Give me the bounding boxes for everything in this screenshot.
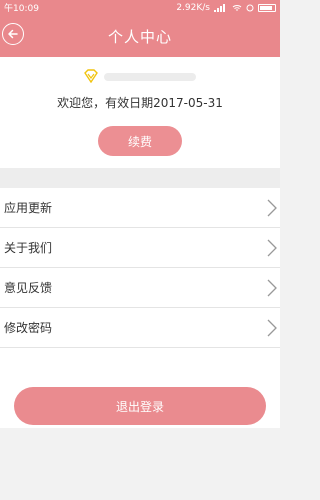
app-header: 个人中心 [0, 15, 280, 57]
signal-icon [214, 3, 228, 12]
status-bar: 午10:09 2.92K/s [0, 0, 280, 15]
logout-section: 退出登录 [0, 348, 280, 428]
vip-diamond-icon [84, 69, 98, 83]
menu-item-change-password[interactable]: 修改密码 [0, 308, 280, 348]
chevron-right-icon [267, 319, 277, 336]
settings-menu: 应用更新 关于我们 意见反馈 修改密码 [0, 188, 280, 348]
status-time: 午10:09 [4, 4, 39, 14]
menu-item-label: 关于我们 [4, 241, 53, 255]
network-speed: 2.92K/s [176, 2, 210, 13]
profile-section: 欢迎您，有效日期2017-05-31 续费 [0, 57, 280, 168]
renew-button[interactable]: 续费 [98, 126, 182, 156]
section-divider [0, 168, 280, 188]
logout-button[interactable]: 退出登录 [14, 387, 266, 425]
username-placeholder [104, 73, 196, 81]
menu-item-about-us[interactable]: 关于我们 [0, 228, 280, 268]
arrow-left-icon [8, 29, 18, 39]
chevron-right-icon [267, 239, 277, 256]
battery-icon [258, 3, 276, 12]
chevron-right-icon [267, 199, 277, 216]
menu-item-label: 应用更新 [4, 201, 53, 215]
alarm-icon [246, 4, 254, 11]
welcome-text: 欢迎您，有效日期2017-05-31 [57, 96, 223, 110]
menu-item-app-update[interactable]: 应用更新 [0, 188, 280, 228]
menu-item-label: 修改密码 [4, 321, 53, 335]
menu-item-label: 意见反馈 [4, 281, 53, 295]
wifi-icon [232, 4, 242, 11]
page-title: 个人中心 [107, 27, 172, 46]
status-right: 2.92K/s [176, 3, 276, 13]
menu-item-feedback[interactable]: 意见反馈 [0, 268, 280, 308]
back-button[interactable] [2, 23, 24, 45]
chevron-right-icon [267, 279, 277, 296]
